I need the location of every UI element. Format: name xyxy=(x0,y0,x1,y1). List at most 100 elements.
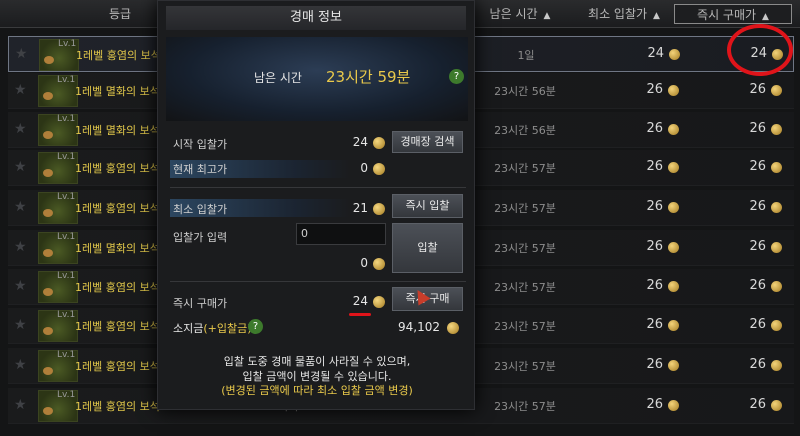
sort-arrow-icon: ▲ xyxy=(653,11,660,21)
help-icon[interactable]: ? xyxy=(449,69,464,84)
column-time-left[interactable]: 남은 시간 ▲ xyxy=(470,4,570,24)
current-high-label: 현재 최고가 xyxy=(173,163,228,176)
gem-item-icon: Lv.1 xyxy=(38,192,78,224)
item-level: Lv.1 xyxy=(57,350,76,360)
gem-icon xyxy=(43,327,53,335)
item-name: 1레벨 홍염의 보석 xyxy=(76,49,161,62)
min-bid: 26 xyxy=(646,199,663,214)
gold-coin-icon xyxy=(447,322,459,334)
time-left: 23시간 57분 xyxy=(494,281,556,294)
time-left: 23시간 57분 xyxy=(494,162,556,175)
buy-now-price: 26 xyxy=(749,397,766,412)
favorite-star-icon[interactable]: ★ xyxy=(14,159,27,175)
favorite-star-icon[interactable]: ★ xyxy=(14,82,27,98)
gem-icon xyxy=(43,209,53,217)
min-bid: 26 xyxy=(646,82,663,97)
item-name: 1레벨 홍염의 보석 xyxy=(75,202,160,215)
sort-arrow-icon: ▲ xyxy=(543,11,551,21)
bid-input-label: 입찰가 입력 xyxy=(173,231,228,244)
item-name: 1레벨 홍염의 보석 xyxy=(75,162,160,175)
favorite-star-icon[interactable]: ★ xyxy=(15,46,28,62)
gold-coin-icon xyxy=(771,124,782,135)
favorite-star-icon[interactable]: ★ xyxy=(14,357,27,373)
gem-icon xyxy=(44,56,54,64)
gold-coin-icon xyxy=(771,85,782,96)
item-level: Lv.1 xyxy=(57,114,76,124)
buy-now-price: 26 xyxy=(749,121,766,136)
item-name: 1레벨 홍염의 보석 xyxy=(75,400,160,413)
gem-icon xyxy=(43,407,53,415)
gem-item-icon: Lv.1 xyxy=(38,310,78,342)
gold-coin-icon xyxy=(668,400,679,411)
gold-coin-icon xyxy=(668,162,679,173)
item-name: 1레벨 홍염의 보석 xyxy=(75,360,160,373)
bid-amount-input[interactable]: 0 xyxy=(296,223,386,245)
buy-now-price: 26 xyxy=(749,82,766,97)
gem-item-icon: Lv.1 xyxy=(38,271,78,303)
item-name: 1레벨 멸화의 보석 xyxy=(75,124,160,137)
gem-icon xyxy=(43,131,53,139)
item-level: Lv.1 xyxy=(57,310,76,320)
favorite-star-icon[interactable]: ★ xyxy=(14,317,27,333)
min-bid-value: 21 xyxy=(352,201,368,215)
min-bid: 24 xyxy=(647,46,664,61)
gold-coin-icon xyxy=(668,281,679,292)
min-bid: 26 xyxy=(646,159,663,174)
gem-icon xyxy=(43,288,53,296)
time-left: 23시간 57분 xyxy=(494,202,556,215)
favorite-star-icon[interactable]: ★ xyxy=(14,397,27,413)
time-left: 23시간 57분 xyxy=(494,360,556,373)
favorite-star-icon[interactable]: ★ xyxy=(14,121,27,137)
gem-icon xyxy=(43,92,53,100)
time-left: 23시간 57분 xyxy=(494,242,556,255)
column-min-bid[interactable]: 최소 입찰가 ▲ xyxy=(578,4,670,24)
item-name: 1레벨 멸화의 보석 xyxy=(75,242,160,255)
time-left-label: 남은 시간 xyxy=(254,71,302,85)
item-level: Lv.1 xyxy=(57,232,76,242)
gem-icon xyxy=(43,169,53,177)
item-level: Lv.1 xyxy=(57,152,76,162)
start-bid-value: 24 xyxy=(352,135,368,149)
bid-button[interactable]: 입찰 xyxy=(392,223,463,273)
item-level: Lv.1 xyxy=(58,39,77,49)
help-icon[interactable]: ? xyxy=(248,319,263,334)
item-level: Lv.1 xyxy=(57,390,76,400)
gold-coin-icon xyxy=(771,202,782,213)
buy-now-price: 26 xyxy=(749,278,766,293)
item-level: Lv.1 xyxy=(57,75,76,85)
gold-coin-icon xyxy=(668,124,679,135)
gem-icon xyxy=(43,249,53,257)
buy-now-price: 26 xyxy=(749,357,766,372)
min-bid: 26 xyxy=(646,239,663,254)
gold-coin-icon xyxy=(771,360,782,371)
item-name: 1레벨 홍염의 보석 xyxy=(75,281,160,294)
min-bid: 26 xyxy=(646,397,663,412)
gold-coin-icon xyxy=(373,258,385,270)
gem-item-icon: Lv.1 xyxy=(38,114,78,146)
gem-item-icon: Lv.1 xyxy=(38,350,78,382)
time-left-value: 23시간 59분 xyxy=(326,68,411,86)
gold-coin-icon xyxy=(669,49,680,60)
buy-now-label: 즉시 구매가 xyxy=(173,297,228,310)
favorite-star-icon[interactable]: ★ xyxy=(14,239,27,255)
column-buy-now[interactable]: 즉시 구매가 ▲ xyxy=(674,4,792,24)
buy-now-price: 26 xyxy=(749,239,766,254)
gold-coin-icon xyxy=(668,202,679,213)
item-name: 1레벨 멸화의 보석 xyxy=(75,85,160,98)
search-auction-button[interactable]: 경매장 검색 xyxy=(392,131,463,153)
favorite-star-icon[interactable]: ★ xyxy=(14,199,27,215)
gem-item-icon: Lv.1 xyxy=(38,152,78,184)
gem-item-icon: Lv.1 xyxy=(39,39,79,71)
gold-coin-icon xyxy=(771,400,782,411)
gold-coin-icon xyxy=(771,320,782,331)
gold-coin-icon xyxy=(668,360,679,371)
gem-item-icon: Lv.1 xyxy=(38,232,78,264)
gold-coin-icon xyxy=(668,85,679,96)
instant-bid-button[interactable]: 즉시 입찰 xyxy=(392,194,463,218)
dialog-title: 경매 정보 xyxy=(166,6,466,30)
buy-now-price: 26 xyxy=(749,317,766,332)
favorite-star-icon[interactable]: ★ xyxy=(14,278,27,294)
gem-icon xyxy=(43,367,53,375)
notice-line-1: 입찰 도중 경매 물품이 사라질 수 있으며, xyxy=(223,355,411,368)
time-left-panel: 남은 시간 23시간 59분 ? xyxy=(166,37,468,121)
